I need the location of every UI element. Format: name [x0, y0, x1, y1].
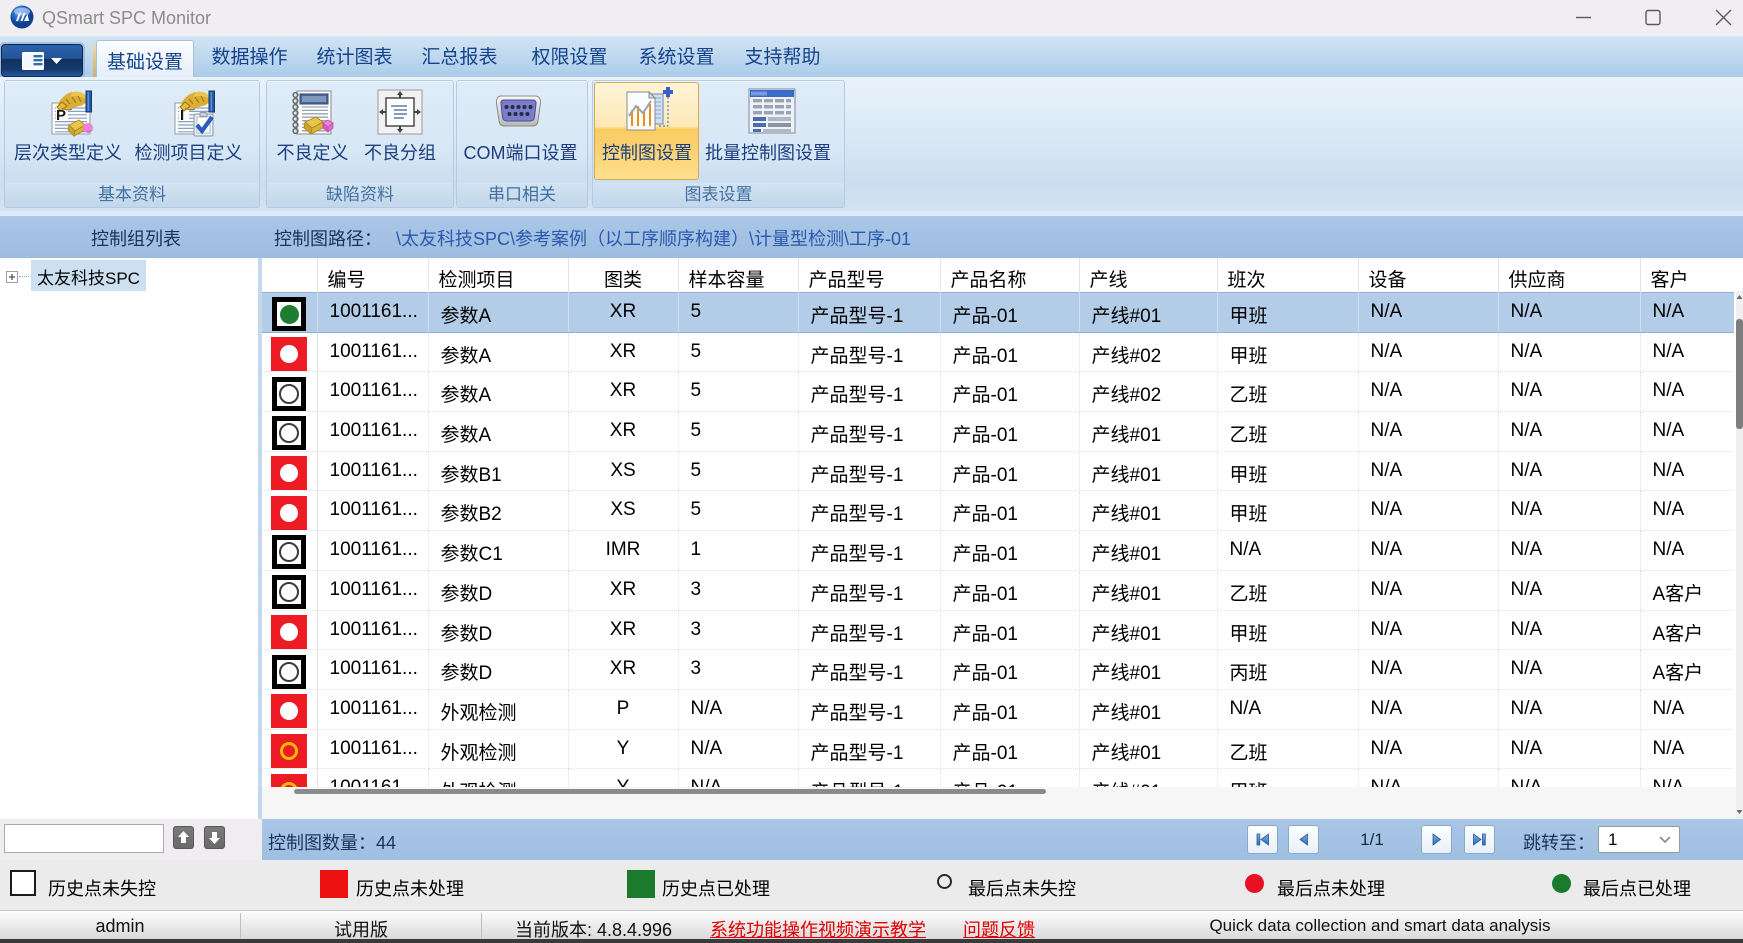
svg-text:P: P: [56, 107, 66, 124]
svg-text:I: I: [180, 107, 184, 124]
